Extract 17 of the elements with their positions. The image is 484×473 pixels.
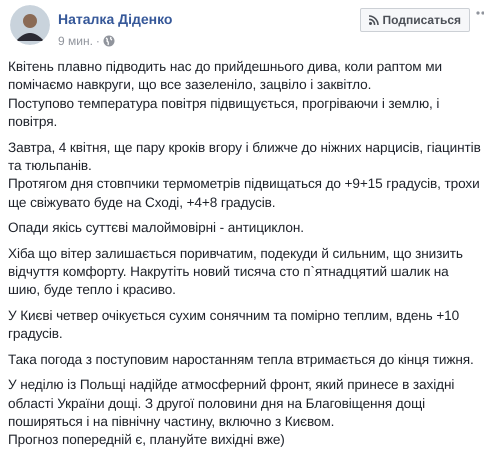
post-text: Опади якісь суттєві малоймовірні - антициклон.: [8, 219, 305, 238]
post-text: Прогноз попередній є, плануйте вихідні вже): [8, 431, 286, 450]
post-text: Протягом дня стовпчики термометрів підвищаться до +9+15 градусів, трохи ще свіжувато буде на Сході, +4+8 градусів.: [8, 175, 481, 212]
post-text: Хіба що вітер залишається поривчатим, подекуди й сильним, що знизить відчуття комфорту. Накрутіть новий тисяча сто п`ятнадцятий шалик на шию, буде тепло і красиво.: [8, 244, 464, 300]
post-text: Поступово температура повітря підвищується, прогріваючи і землю, і повітря.: [8, 94, 440, 132]
separator: ·: [96, 33, 100, 49]
post-text: У Києві четвер очікується сухим сонячним та помірно теплим, вдень +10 градусів.: [8, 306, 460, 344]
more-icon[interactable]: [476, 11, 484, 15]
follow-button[interactable]: Подписаться: [360, 8, 470, 32]
post-text: Квітень плавно підводить нас до прийдешнього дива, коли раптом ми помічаємо навкруги, що все зазеленіло, зацвіло і заквітло.: [8, 58, 443, 94]
post-text: У неділю із Польщі надійде атмосферний фронт, який принесе в західні області України дощі. З другої половини дня на Благовіщення дощі поширяться і на північну частину, включно з Києвом.: [8, 376, 456, 431]
post-text: Завтра, 4 квітня, ще пару кроків вгору і ближче до ніжних нарцисів, гіацинтів та тюльпанів.: [8, 138, 482, 176]
rss-icon: [368, 15, 379, 25]
globe-icon: [102, 35, 115, 47]
post-text: Така погода з поступовим наростанням тепла втримається до кінця тижня.: [8, 350, 475, 369]
avatar[interactable]: [10, 5, 50, 45]
author-name[interactable]: Наталка Діденко: [58, 11, 172, 27]
